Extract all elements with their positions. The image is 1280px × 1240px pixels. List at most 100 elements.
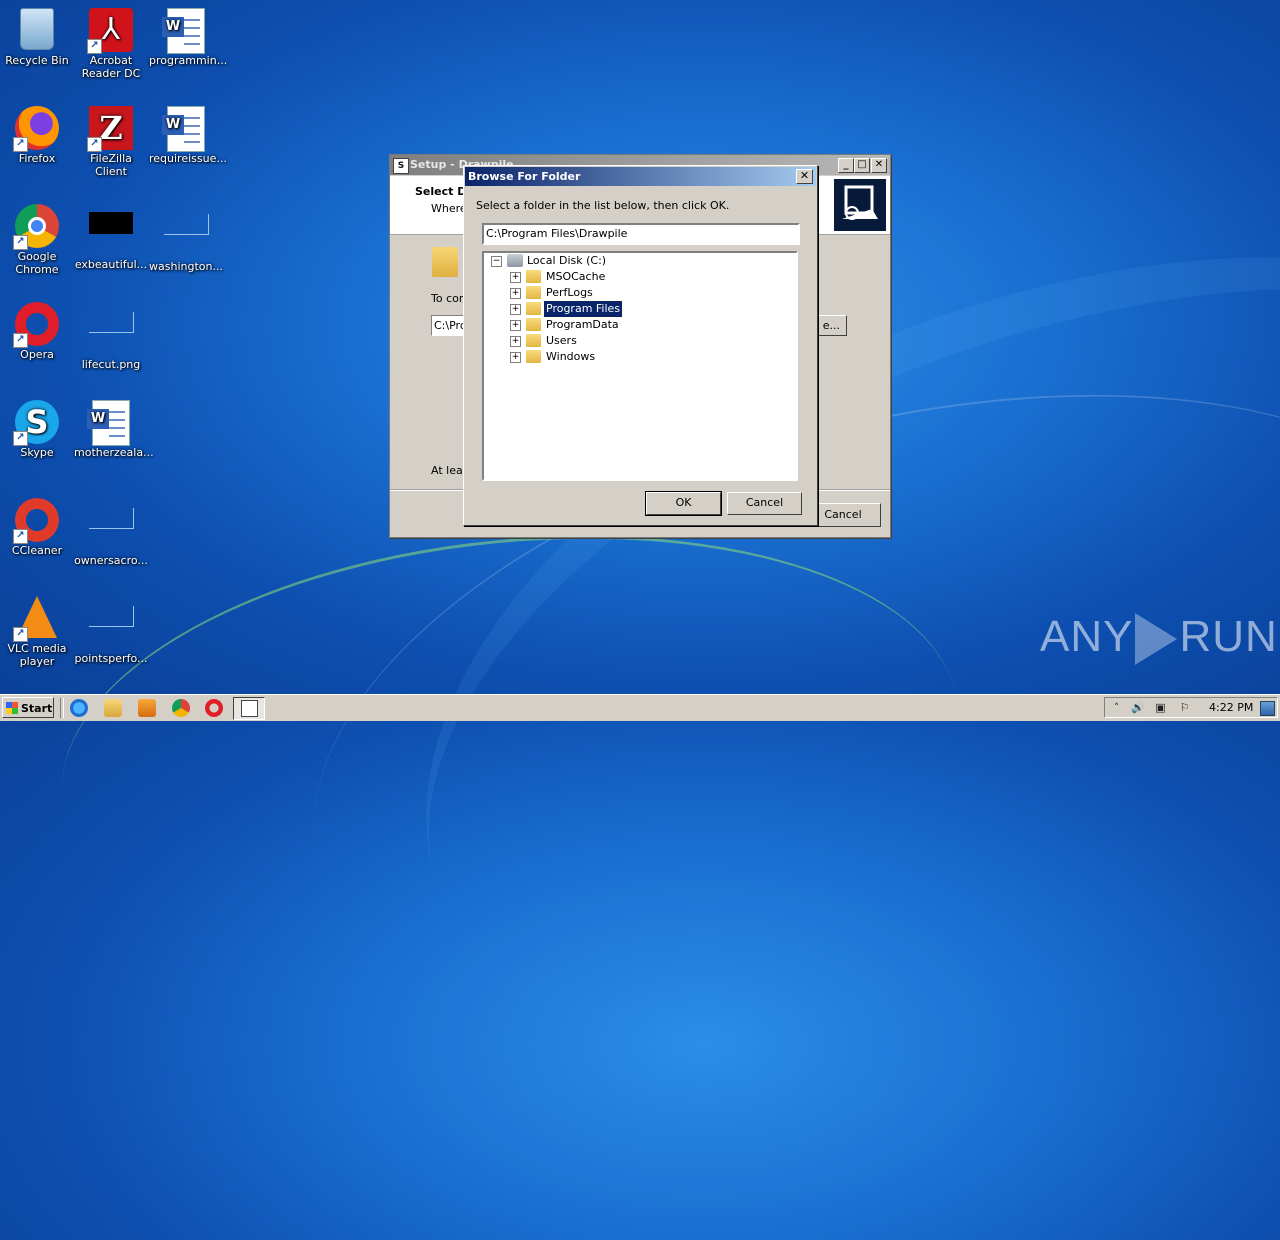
tree-item-label: PerfLogs	[546, 286, 593, 299]
folder-icon	[526, 334, 541, 347]
expand-icon[interactable]: +	[510, 336, 521, 347]
opera-icon[interactable]	[205, 699, 223, 717]
expand-icon[interactable]: +	[510, 288, 521, 299]
clock[interactable]: 4:22 PM	[1209, 698, 1253, 718]
minimize-button[interactable]: _	[838, 158, 854, 173]
start-button[interactable]: Start	[2, 697, 54, 718]
folder-icon	[432, 247, 458, 277]
folder-icon	[526, 270, 541, 283]
tree-item-windows[interactable]: + Windows	[484, 349, 792, 365]
tree-item-users[interactable]: + Users	[484, 333, 792, 349]
setup-header-subtitle: Where	[431, 202, 467, 215]
folder-path-input[interactable]: C:\Program Files\Drawpile	[482, 223, 800, 245]
image-thumbnail-icon	[89, 312, 134, 356]
filezilla-icon: Z ↗	[87, 106, 133, 152]
windows-logo-icon	[6, 702, 18, 714]
taskbar: Start ˄ 🔊 ▣ ⚐ 4:22 PM	[0, 694, 1280, 721]
desktop-icon-vlc[interactable]: ↗ VLC media player	[0, 592, 74, 668]
desktop-icon-exbeautiful[interactable]: exbeautiful...	[74, 200, 148, 271]
shortcut-arrow-icon: ↗	[13, 627, 28, 642]
tree-item-label: Users	[546, 334, 577, 347]
instruction-text: Select a folder in the list below, then …	[476, 199, 730, 212]
desktop-icon-recycle-bin[interactable]: Recycle Bin	[0, 4, 74, 67]
maximize-button[interactable]: □	[854, 158, 870, 173]
expand-icon[interactable]: +	[510, 352, 521, 363]
shortcut-arrow-icon: ↗	[87, 137, 102, 152]
desktop-icon-ccleaner[interactable]: ↗ CCleaner	[0, 494, 74, 557]
browse-dialog-titlebar[interactable]: Browse For Folder ✕	[465, 167, 816, 186]
network-icon[interactable]: ▣	[1154, 701, 1167, 714]
desktop-icon-requireissue-doc[interactable]: W requireissue...	[149, 102, 227, 165]
word-document-icon: W	[162, 8, 208, 54]
browse-dialog-title: Browse For Folder	[468, 170, 581, 183]
browse-for-folder-dialog[interactable]: Browse For Folder ✕ Select a folder in t…	[463, 165, 818, 526]
ccleaner-icon: ↗	[13, 498, 59, 544]
explorer-folder-icon[interactable]	[104, 699, 122, 717]
taskbar-setup-task[interactable]	[233, 697, 265, 720]
opera-icon: ↗	[13, 302, 59, 348]
shortcut-arrow-icon: ↗	[13, 431, 28, 446]
tree-item-perflogs[interactable]: + PerfLogs	[484, 285, 792, 301]
tray-expand-icon[interactable]: ˄	[1110, 701, 1123, 714]
tree-item-local-disk[interactable]: − Local Disk (C:)	[484, 253, 792, 269]
anyrun-watermark: ANY RUN	[1040, 612, 1278, 666]
folder-icon	[526, 350, 541, 363]
close-button[interactable]: ✕	[871, 158, 887, 173]
desktop-icon-ownersacro[interactable]: ownersacro...	[74, 494, 148, 567]
shortcut-arrow-icon: ↗	[13, 137, 28, 152]
desktop-icon-firefox[interactable]: ↗ Firefox	[0, 102, 74, 165]
image-thumbnail-icon	[89, 606, 134, 650]
cancel-button[interactable]: Cancel	[727, 492, 802, 515]
volume-icon[interactable]: 🔊	[1131, 701, 1145, 714]
desktop-icon-lifecut[interactable]: lifecut.png	[74, 298, 148, 371]
desktop-icon-pointsperfo[interactable]: pointsperfo...	[74, 592, 148, 665]
system-tray: ˄ 🔊 ▣ ⚐ 4:22 PM	[1104, 697, 1278, 718]
desktop-icon-filezilla[interactable]: Z ↗ FileZilla Client	[74, 102, 148, 178]
desktop-icon-programming-doc[interactable]: W programmin...	[149, 4, 227, 67]
start-label: Start	[21, 702, 53, 715]
shortcut-arrow-icon: ↗	[87, 39, 102, 54]
shortcut-arrow-icon: ↗	[13, 529, 28, 544]
setup-app-icon: S	[393, 158, 409, 174]
setup-continue-text: To con	[431, 292, 466, 305]
play-triangle-icon	[1135, 613, 1178, 666]
show-desktop-icon[interactable]	[1260, 701, 1275, 716]
drive-icon	[507, 254, 523, 267]
desktop-icon-washington[interactable]: washington...	[149, 200, 223, 273]
action-center-flag-icon[interactable]: ⚐	[1178, 701, 1191, 714]
tree-item-programdata[interactable]: + ProgramData	[484, 317, 792, 333]
folder-tree[interactable]: − Local Disk (C:) + MSOCache + PerfLogs …	[482, 251, 798, 481]
watermark-right: RUN	[1179, 612, 1278, 661]
setup-logo-icon	[834, 179, 886, 231]
folder-icon	[526, 318, 541, 331]
expand-icon[interactable]: +	[510, 320, 521, 331]
recycle-bin-icon	[15, 8, 59, 52]
folder-icon	[526, 302, 541, 315]
collapse-icon[interactable]: −	[491, 256, 502, 267]
desktop-icon-opera[interactable]: ↗ Opera	[0, 298, 74, 361]
expand-icon[interactable]: +	[510, 304, 521, 315]
desktop-icon-motherzeala-doc[interactable]: W motherzeala...	[74, 396, 154, 459]
desktop-icon-skype[interactable]: S ↗ Skype	[0, 396, 74, 459]
ok-button[interactable]: OK	[645, 491, 722, 516]
internet-explorer-icon[interactable]	[70, 699, 88, 717]
firefox-icon: ↗	[13, 106, 59, 152]
chrome-icon[interactable]	[172, 699, 190, 717]
folder-icon	[526, 286, 541, 299]
tree-item-msocache[interactable]: + MSOCache	[484, 269, 792, 285]
expand-icon[interactable]: +	[510, 272, 521, 283]
close-button[interactable]: ✕	[796, 169, 813, 184]
watermark-left: ANY	[1040, 612, 1134, 661]
media-player-icon[interactable]	[138, 699, 156, 717]
word-document-icon: W	[162, 106, 208, 152]
vlc-icon: ↗	[13, 596, 59, 642]
chrome-icon: ↗	[13, 204, 59, 250]
skype-icon: S ↗	[13, 400, 59, 446]
tree-item-label-selected: Program Files	[542, 300, 624, 318]
shortcut-arrow-icon: ↗	[13, 333, 28, 348]
desktop-icon-acrobat[interactable]: ⅄ ↗ Acrobat Reader DC	[74, 4, 148, 80]
tree-item-label: ProgramData	[546, 318, 619, 331]
image-thumbnail-icon	[89, 508, 134, 552]
desktop-icon-chrome[interactable]: ↗ Google Chrome	[0, 200, 74, 276]
tree-item-program-files[interactable]: + Program Files	[484, 300, 792, 318]
